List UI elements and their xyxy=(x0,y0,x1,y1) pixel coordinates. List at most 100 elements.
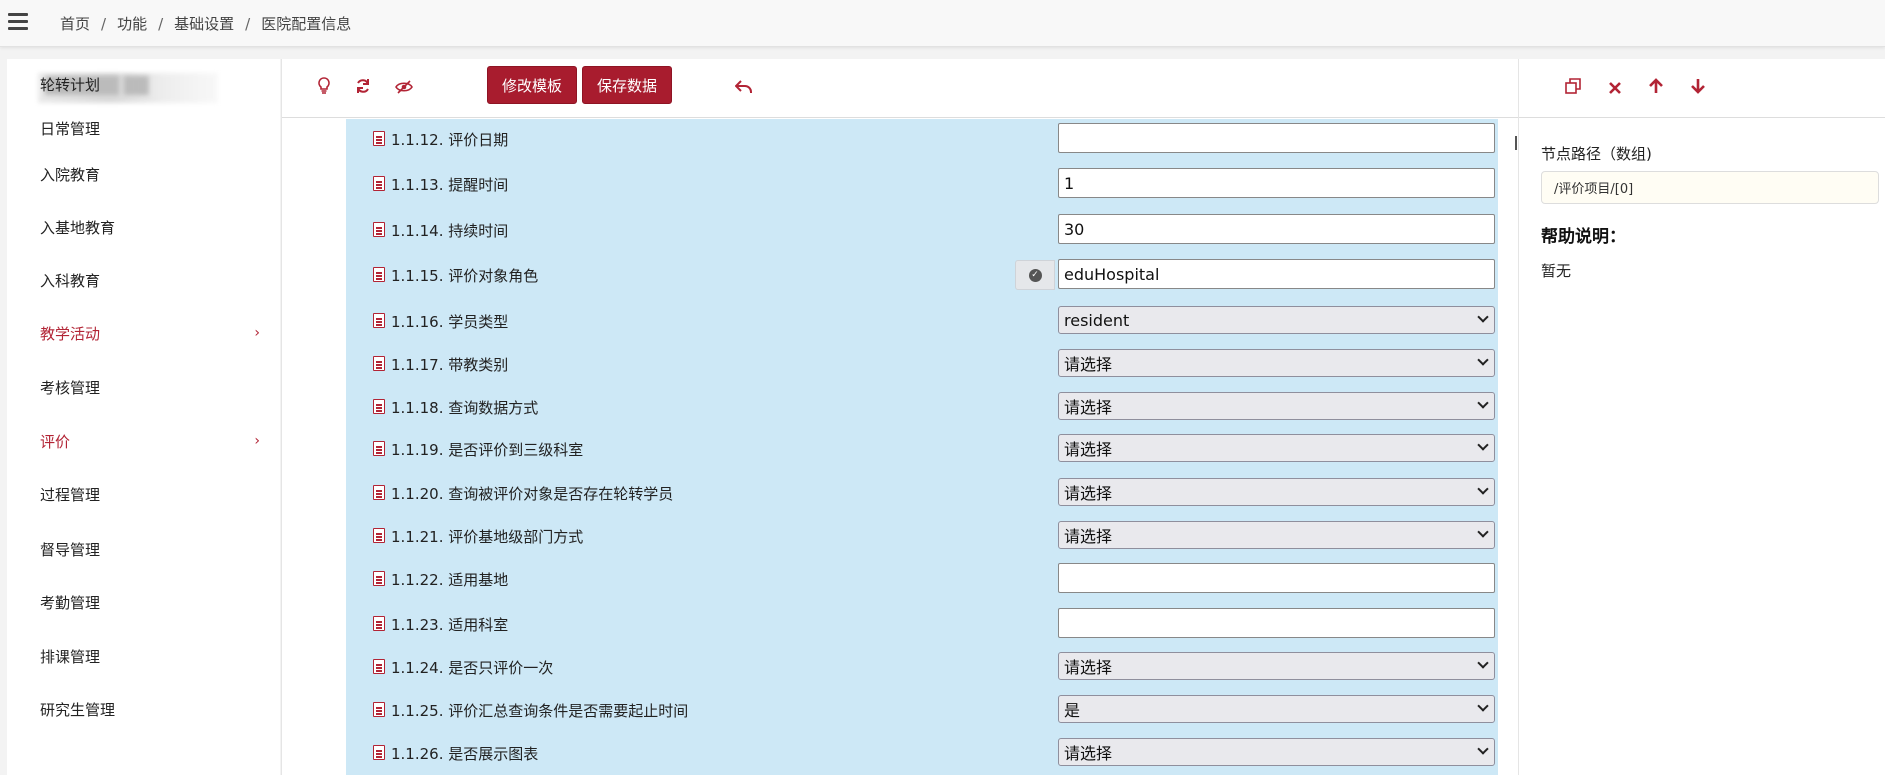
sidebar-item-label: 入基地教育 xyxy=(40,218,116,237)
field-label: 1.1.17. 带教类别 xyxy=(391,356,509,374)
text-input[interactable] xyxy=(1058,123,1495,153)
top-bar: 首页 / 功能 / 基础设置 / 医院配置信息 xyxy=(0,0,1885,47)
copy-icon[interactable] xyxy=(1561,77,1585,101)
sidebar-item[interactable]: 考核管理 xyxy=(40,372,260,402)
check-circle-icon: ✓ xyxy=(1028,268,1042,282)
chevron-down-icon xyxy=(1477,397,1489,409)
field-label: 1.1.16. 学员类型 xyxy=(391,313,509,331)
form-row: 1.1.12. 评价日期 xyxy=(346,120,1498,156)
help-body: 暂无 xyxy=(1541,262,1572,280)
document-icon xyxy=(373,313,385,328)
field-value: 请选择 xyxy=(1064,527,1113,546)
field-label: 1.1.15. 评价对象角色 xyxy=(391,267,539,285)
breadcrumb-item[interactable]: 首页 xyxy=(60,13,90,34)
field-label: 1.1.23. 适用科室 xyxy=(391,616,509,634)
field-value: resident xyxy=(1064,310,1130,330)
sidebar-item[interactable]: 考勤管理 xyxy=(40,587,260,617)
select-field[interactable]: 是 xyxy=(1058,695,1495,723)
field-label: 1.1.20. 查询被评价对象是否存在轮转学员 xyxy=(391,485,674,503)
field-label: 1.1.18. 查询数据方式 xyxy=(391,399,539,417)
sidebar-item-label: 考核管理 xyxy=(40,378,101,397)
document-icon xyxy=(373,745,385,760)
form-row: 1.1.18. 查询数据方式 请选择 xyxy=(346,388,1498,424)
form-row: 1.1.15. 评价对象角色 ✓ eduHospital xyxy=(346,256,1498,292)
text-input[interactable] xyxy=(1058,608,1495,638)
sidebar-item-label: 督导管理 xyxy=(40,540,101,559)
select-field[interactable]: 请选择 xyxy=(1058,392,1495,420)
document-icon xyxy=(373,702,385,717)
sidebar-item[interactable]: 入基地教育 xyxy=(40,212,260,242)
document-icon xyxy=(373,131,385,146)
sidebar-item-label: 排课管理 xyxy=(40,647,101,666)
lightbulb-icon[interactable] xyxy=(312,77,336,101)
select-field[interactable]: 请选择 xyxy=(1058,478,1495,506)
field-value: 请选择 xyxy=(1064,484,1113,503)
node-path-field[interactable]: /评价项目/[0] xyxy=(1541,171,1879,204)
field-label: 1.1.25. 评价汇总查询条件是否需要起止时间 xyxy=(391,702,689,720)
field-label: 1.1.13. 提醒时间 xyxy=(391,176,509,194)
breadcrumb-separator: / xyxy=(245,14,251,33)
field-value: 请选择 xyxy=(1064,440,1113,459)
field-value: 请选择 xyxy=(1064,658,1113,677)
field-label: 1.1.21. 评价基地级部门方式 xyxy=(391,528,584,546)
undo-icon[interactable] xyxy=(731,77,755,101)
form-row: 1.1.17. 带教类别 请选择 xyxy=(346,345,1498,381)
delete-icon[interactable] xyxy=(1603,77,1627,101)
chevron-down-icon xyxy=(1477,657,1489,669)
form-row: 1.1.24. 是否只评价一次 请选择 xyxy=(346,648,1498,684)
sidebar-item[interactable]: 督导管理 xyxy=(40,534,260,564)
arrow-down-icon[interactable] xyxy=(1686,77,1710,101)
arrow-up-icon[interactable] xyxy=(1644,77,1668,101)
sidebar-item[interactable]: 轮转计划 xyxy=(40,69,260,99)
sidebar-item[interactable]: 排课管理 xyxy=(40,641,260,671)
right-panel: 节点路径（数组) /评价项目/[0] 帮助说明： 暂无 xyxy=(1518,59,1885,775)
save-data-button[interactable]: 保存数据 xyxy=(582,66,673,104)
chevron-down-icon xyxy=(1477,439,1489,451)
select-field[interactable]: resident xyxy=(1058,306,1495,334)
check-circle-button[interactable]: ✓ xyxy=(1015,260,1055,290)
sidebar-item[interactable]: 过程管理 xyxy=(40,479,260,509)
sidebar-item[interactable]: 评价 › xyxy=(40,426,260,456)
edit-template-button[interactable]: 修改模板 xyxy=(487,66,578,104)
field-value: 请选择 xyxy=(1064,744,1113,763)
text-input[interactable]: eduHospital xyxy=(1058,259,1495,289)
sidebar-item[interactable]: 入科教育 xyxy=(40,265,260,295)
breadcrumb-item[interactable]: 功能 xyxy=(117,13,147,34)
sidebar-item[interactable]: 教学活动 › xyxy=(40,318,260,348)
chevron-down-icon xyxy=(1477,743,1489,755)
hamburger-menu-icon[interactable] xyxy=(8,13,28,31)
field-label: 1.1.14. 持续时间 xyxy=(391,222,509,240)
field-value: 是 xyxy=(1064,701,1081,720)
select-field[interactable]: 请选择 xyxy=(1058,349,1495,377)
breadcrumb-item[interactable]: 基础设置 xyxy=(174,13,234,34)
field-value: eduHospital xyxy=(1064,264,1160,284)
chevron-down-icon xyxy=(1477,354,1489,366)
form-row: 1.1.26. 是否展示图表 请选择 xyxy=(346,734,1498,770)
document-icon xyxy=(373,399,385,414)
select-field[interactable]: 请选择 xyxy=(1058,521,1495,549)
sidebar-item-label: 轮转计划 xyxy=(40,75,101,94)
select-field[interactable]: 请选择 xyxy=(1058,652,1495,680)
select-field[interactable]: 请选择 xyxy=(1058,434,1495,462)
sidebar-item[interactable]: 日常管理 xyxy=(40,113,260,143)
sidebar-item[interactable]: 入院教育 xyxy=(40,159,260,189)
node-path-label: 节点路径（数组) xyxy=(1541,145,1652,163)
select-field[interactable]: 请选择 xyxy=(1058,738,1495,766)
sidebar-item[interactable]: 研究生管理 xyxy=(40,694,260,724)
document-icon xyxy=(373,571,385,586)
form-row: 1.1.14. 持续时间 30 xyxy=(346,211,1498,247)
form-row: 1.1.16. 学员类型 resident xyxy=(346,302,1498,338)
breadcrumb-separator: / xyxy=(101,14,107,33)
eye-slash-icon[interactable] xyxy=(392,77,416,101)
breadcrumb-separator: / xyxy=(158,14,164,33)
form-row: 1.1.21. 评价基地级部门方式 请选择 xyxy=(346,517,1498,553)
field-value: 请选择 xyxy=(1064,398,1113,417)
sidebar-item-label: 考勤管理 xyxy=(40,593,101,612)
text-input[interactable] xyxy=(1058,563,1495,593)
sidebar-item-label: 入院教育 xyxy=(40,165,101,184)
text-input[interactable]: 30 xyxy=(1058,214,1495,244)
chevron-down-icon xyxy=(1477,700,1489,712)
refresh-icon[interactable] xyxy=(351,77,375,101)
text-input[interactable]: 1 xyxy=(1058,168,1495,198)
splitter-handle[interactable] xyxy=(1515,136,1517,150)
